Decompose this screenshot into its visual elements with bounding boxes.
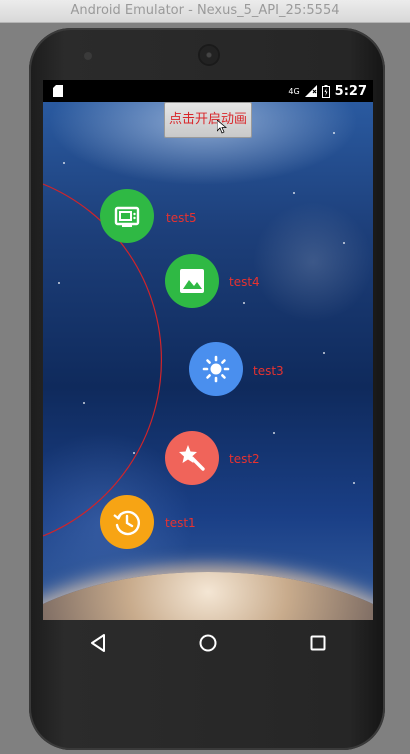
start-animation-button[interactable]: 点击开启动画 [164, 102, 252, 138]
emulator-title-bar: Android Emulator - Nexus_5_API_25:5554 [0, 0, 410, 23]
magic-wand-icon [179, 445, 205, 471]
recents-icon [310, 635, 326, 651]
menu-item-test5[interactable] [100, 189, 154, 243]
menu-item-test3[interactable] [189, 342, 243, 396]
menu-item-test1[interactable] [100, 495, 154, 549]
status-icons: 4G 5:27 [288, 80, 367, 102]
status-bar: 4G 5:27 [43, 80, 373, 102]
recents-button[interactable] [303, 628, 333, 658]
menu-label-test5: test5 [166, 211, 197, 225]
menu-item-test4[interactable] [165, 254, 219, 308]
sd-card-icon [53, 85, 63, 97]
brightness-icon [202, 355, 230, 383]
clock: 5:27 [334, 83, 367, 99]
mouse-cursor-icon [217, 120, 227, 134]
tv-icon [114, 206, 140, 227]
back-icon [91, 634, 105, 652]
front-camera [84, 52, 92, 60]
menu-label-test4: test4 [229, 275, 260, 289]
history-icon [113, 510, 141, 536]
menu-label-test2: test2 [229, 452, 260, 466]
image-icon [180, 269, 204, 293]
back-button[interactable] [83, 628, 113, 658]
menu-label-test1: test1 [165, 516, 196, 530]
navigation-bar [43, 620, 373, 666]
menu-item-test2[interactable] [165, 431, 219, 485]
menu-label-test3: test3 [253, 364, 284, 378]
home-icon [199, 634, 217, 652]
earpiece-speaker [200, 46, 218, 64]
home-button[interactable] [193, 628, 223, 658]
network-type: 4G [288, 86, 300, 96]
window-title: Android Emulator - Nexus_5_API_25:5554 [70, 3, 340, 18]
app-content: test5 test4 test3 test2 test1 点击开启动画 [43, 102, 373, 620]
signal-icon [304, 85, 317, 97]
battery-icon [321, 84, 330, 98]
phone-screen: 4G 5:27 test5 test4 test3 test2 test1 点击… [43, 80, 373, 620]
